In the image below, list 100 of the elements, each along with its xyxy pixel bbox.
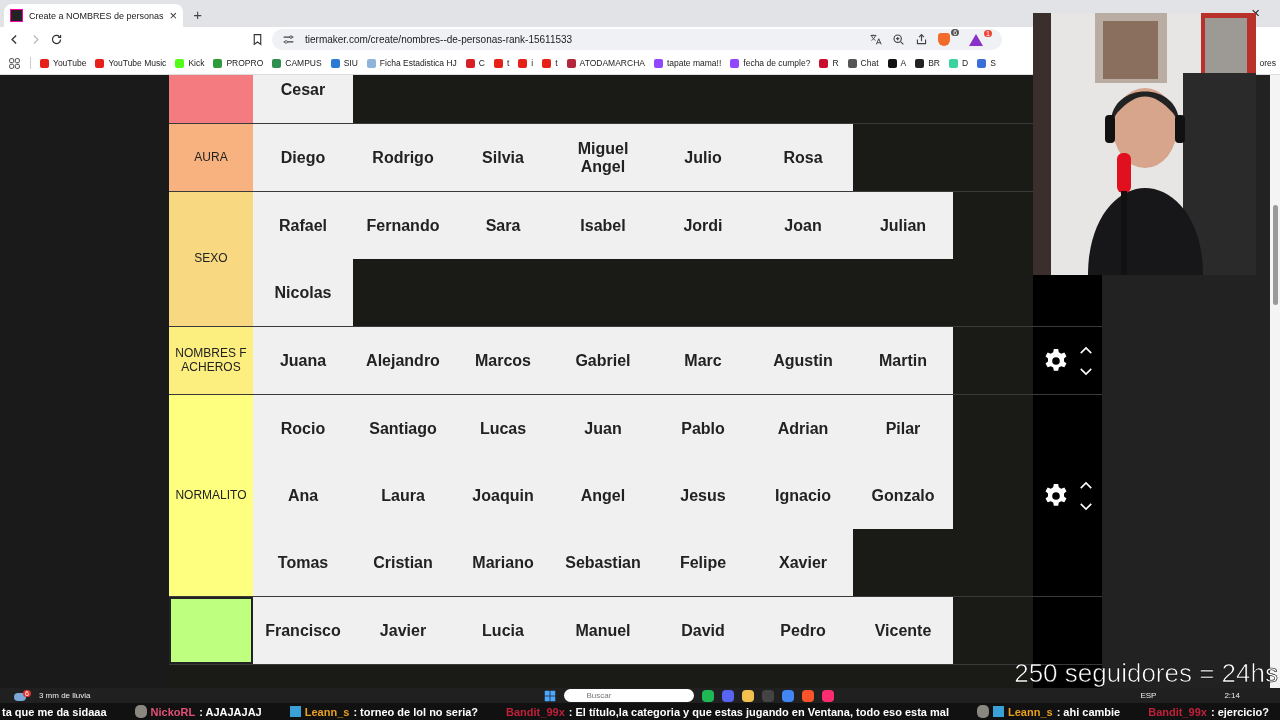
name-card[interactable]: Rosa xyxy=(753,124,853,191)
weather-text: 3 mm de lluvia xyxy=(38,691,91,700)
name-card[interactable]: Rodrigo xyxy=(353,124,453,191)
name-card[interactable]: Marcos xyxy=(453,327,553,394)
name-card[interactable]: Sara xyxy=(453,192,553,259)
name-card[interactable]: Martin xyxy=(853,327,953,394)
close-tab-button[interactable]: × xyxy=(169,8,178,23)
app-icon[interactable] xyxy=(702,689,715,702)
name-card[interactable]: Sebastian xyxy=(553,529,653,596)
name-card[interactable]: Gabriel xyxy=(553,327,653,394)
name-card[interactable]: Pedro xyxy=(753,597,853,664)
weather-icon[interactable] xyxy=(14,693,26,701)
name-card[interactable]: Joan xyxy=(753,192,853,259)
bookmark[interactable]: SIU xyxy=(330,58,358,68)
search-field[interactable]: Buscar xyxy=(564,689,695,702)
bookmark[interactable]: D xyxy=(949,58,969,68)
browser-icon[interactable] xyxy=(782,689,795,702)
chat-username: Bandit_99x xyxy=(506,705,565,718)
name-card[interactable]: Nicolas xyxy=(253,259,353,326)
move-down-icon[interactable] xyxy=(1078,366,1093,376)
apps-icon[interactable] xyxy=(8,56,21,70)
name-card[interactable]: Felipe xyxy=(653,529,753,596)
app-icon[interactable] xyxy=(822,689,835,702)
name-card[interactable]: Isabel xyxy=(553,192,653,259)
name-card[interactable]: Xavier xyxy=(753,529,853,596)
chat-message: ta que me da sidaaa xyxy=(2,705,107,718)
site-settings-icon[interactable] xyxy=(282,33,295,46)
browser-tab[interactable]: Create a NOMBRES de personas × xyxy=(4,4,184,27)
bookmark[interactable]: tapate mama!! xyxy=(653,58,722,68)
browser-icon[interactable] xyxy=(802,689,815,702)
name-card[interactable]: Javier xyxy=(353,597,453,664)
bookmark[interactable]: BR xyxy=(915,58,940,68)
name-card[interactable]: Rafael xyxy=(253,192,353,259)
name-card[interactable]: Rocio xyxy=(253,395,353,462)
name-card[interactable]: Diego xyxy=(253,124,353,191)
name-card[interactable]: Laura xyxy=(353,462,453,529)
name-card[interactable]: Marc xyxy=(653,327,753,394)
tier-label[interactable]: NORMALITO xyxy=(169,395,253,596)
name-card[interactable]: Agustin xyxy=(753,327,853,394)
zoom-icon[interactable] xyxy=(892,33,906,46)
bookmark[interactable]: Chat xyxy=(847,58,879,68)
name-card[interactable]: David xyxy=(653,597,753,664)
name-card[interactable]: Francisco xyxy=(253,597,353,664)
name-card[interactable]: Julian xyxy=(853,192,953,259)
name-card[interactable]: Lucia xyxy=(453,597,553,664)
tier-list-icon xyxy=(10,9,23,22)
tier-label[interactable]: SEXO xyxy=(169,192,253,326)
move-down-icon[interactable] xyxy=(1078,501,1093,511)
translate-icon[interactable] xyxy=(869,33,883,46)
name-card[interactable]: Silvia xyxy=(453,124,553,191)
name-card[interactable]: Adrian xyxy=(753,395,853,462)
tier-label[interactable]: AURA xyxy=(169,124,253,191)
move-up-icon[interactable] xyxy=(1078,480,1093,490)
name-card[interactable]: Juan xyxy=(553,395,653,462)
bookmark[interactable]: fecha de cumple? xyxy=(730,58,811,68)
windows-icon[interactable] xyxy=(544,689,557,702)
name-card[interactable]: Jordi xyxy=(653,192,753,259)
name-card[interactable]: Tomas xyxy=(253,529,353,596)
name-card[interactable]: Manuel xyxy=(553,597,653,664)
app-icon[interactable] xyxy=(722,689,735,702)
name-card[interactable]: Santiago xyxy=(353,395,453,462)
shield-icon[interactable] xyxy=(938,33,951,46)
scrollbar-thumb[interactable] xyxy=(1272,205,1278,305)
bookmark[interactable]: Ficha Estadistica HJ xyxy=(366,58,457,68)
name-card[interactable]: Mariano xyxy=(453,529,553,596)
name-card[interactable]: Vicente xyxy=(853,597,953,664)
name-card[interactable]: Pablo xyxy=(653,395,753,462)
name-card[interactable]: Cesar xyxy=(253,75,353,123)
reload-icon[interactable] xyxy=(50,33,63,46)
chat-username: Bandit_99x xyxy=(1148,705,1207,718)
name-card[interactable]: Jesus xyxy=(653,462,753,529)
language-indicator[interactable]: ESP xyxy=(1140,691,1157,700)
move-up-icon[interactable] xyxy=(1078,345,1093,355)
name-card[interactable]: Joaquin xyxy=(453,462,553,529)
bookmark[interactable]: YouTube Music xyxy=(95,58,167,68)
bookmark[interactable]: PROPRO xyxy=(213,58,264,68)
tier-label[interactable]: NOMBRES FACHEROS xyxy=(169,327,253,394)
name-card[interactable]: Julio xyxy=(653,124,753,191)
folder-icon[interactable] xyxy=(742,689,755,702)
name-card[interactable]: Gonzalo xyxy=(853,462,953,529)
name-card[interactable]: Lucas xyxy=(453,395,553,462)
name-card[interactable]: Cristian xyxy=(353,529,453,596)
bookmark-icon[interactable] xyxy=(251,33,264,46)
name-card[interactable]: Ignacio xyxy=(753,462,853,529)
tier-label[interactable] xyxy=(169,597,253,664)
share-icon[interactable] xyxy=(915,33,929,46)
bookmark[interactable]: YouTube xyxy=(40,58,87,68)
bookmark[interactable]: Kick xyxy=(175,58,205,68)
bookmark[interactable]: CAMPUS xyxy=(272,58,322,68)
name-card[interactable]: Fernando xyxy=(353,192,453,259)
name-card[interactable]: Juana xyxy=(253,327,353,394)
tab-title: Create a NOMBRES de personas xyxy=(29,10,164,21)
bookmarks-folder[interactable]: ores xyxy=(1259,58,1276,68)
new-tab-button[interactable]: + xyxy=(193,6,202,23)
name-card[interactable]: Alejandro xyxy=(353,327,453,394)
name-card[interactable]: Angel xyxy=(553,462,653,529)
name-card[interactable]: Pilar xyxy=(853,395,953,462)
name-card[interactable]: Ana xyxy=(253,462,353,529)
bookmark[interactable]: ATODAMARCHA xyxy=(566,58,645,68)
name-card[interactable]: Miguel Angel xyxy=(553,124,653,191)
